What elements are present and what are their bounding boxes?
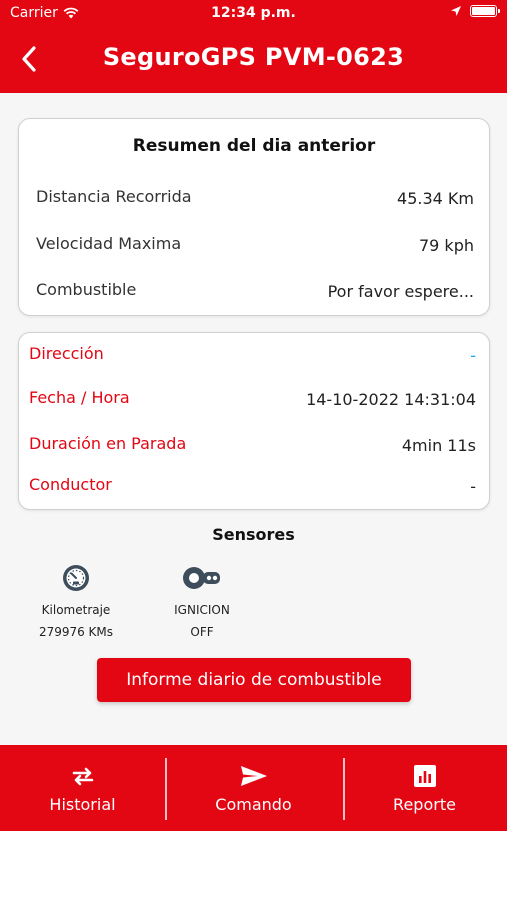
summary-card: Resumen del dia anterior Distancia Recor… xyxy=(18,118,490,316)
summary-row-distance: Distancia Recorrida 45.34 Km xyxy=(36,187,474,211)
detail-row-driver: Conductor - xyxy=(29,475,476,499)
sensor-odometer[interactable]: Kilometraje 279976 KMs xyxy=(21,563,131,643)
summary-row-label: Distancia Recorrida xyxy=(36,187,192,206)
detail-row-label: Duración en Parada xyxy=(29,434,187,453)
repeat-arrows-icon xyxy=(72,767,93,785)
summary-row-label: Velocidad Maxima xyxy=(36,234,182,253)
sensor-value: OFF xyxy=(190,625,214,639)
nav-label: Comando xyxy=(215,794,292,814)
bottom-nav: Historial Comando Reporte xyxy=(0,745,507,831)
sensor-name: Kilometraje xyxy=(41,603,111,617)
summary-row-max-speed: Velocidad Maxima 79 kph xyxy=(36,234,474,258)
summary-row-value: Por favor espere... xyxy=(327,282,474,301)
detail-row-stop-duration: Duración en Parada 4min 11s xyxy=(29,434,476,458)
sensors-title: Sensores xyxy=(212,525,295,544)
nav-label: Reporte xyxy=(393,794,456,814)
detail-row-value: 14-10-2022 14:31:04 xyxy=(306,390,476,409)
detail-card: Dirección - Fecha / Hora 14-10-2022 14:3… xyxy=(18,332,490,510)
nav-comando[interactable]: Comando xyxy=(171,745,336,831)
detail-row-label: Fecha / Hora xyxy=(29,388,130,407)
page-title: SeguroGPS PVM-0623 xyxy=(102,43,405,71)
nav-divider xyxy=(165,758,167,820)
summary-row-value: 45.34 Km xyxy=(397,189,474,208)
odometer-icon xyxy=(63,565,89,591)
fuel-report-button[interactable]: Informe diario de combustible xyxy=(97,658,411,702)
battery-icon xyxy=(470,5,500,17)
summary-card-title: Resumen del dia anterior xyxy=(132,136,376,156)
status-time: 12:34 p.m. xyxy=(211,5,296,21)
main-content: Resumen del dia anterior Distancia Recor… xyxy=(0,93,507,745)
detail-row-value: - xyxy=(470,346,476,365)
send-icon xyxy=(240,765,267,786)
sensor-ignition[interactable]: IGNICION OFF xyxy=(147,563,257,643)
nav-historial[interactable]: Historial xyxy=(0,745,165,831)
detail-row-value: - xyxy=(470,477,476,496)
detail-row-address: Dirección - xyxy=(29,344,476,368)
detail-row-label: Dirección xyxy=(29,344,104,363)
detail-row-datetime: Fecha / Hora 14-10-2022 14:31:04 xyxy=(29,388,476,412)
bottom-blank-area xyxy=(0,831,507,900)
nav-reporte[interactable]: Reporte xyxy=(342,745,507,831)
bar-chart-icon xyxy=(413,764,436,787)
app-header: Carrier 12:34 p.m. SeguroGPS PVM-0623 xyxy=(0,0,507,93)
detail-row-label: Conductor xyxy=(29,475,112,494)
detail-row-value: 4min 11s xyxy=(401,436,476,455)
nav-label: Historial xyxy=(49,794,116,814)
sensor-name: IGNICION xyxy=(174,603,230,617)
sensor-value: 279976 KMs xyxy=(38,625,114,639)
ignition-key-icon xyxy=(183,567,220,589)
summary-row-label: Combustible xyxy=(36,280,137,299)
summary-row-value: 79 kph xyxy=(418,236,474,255)
status-right xyxy=(450,5,500,17)
location-arrow-icon xyxy=(451,6,461,16)
summary-row-fuel: Combustible Por favor espere... xyxy=(36,280,474,304)
status-bar: Carrier 12:34 p.m. xyxy=(0,0,507,28)
